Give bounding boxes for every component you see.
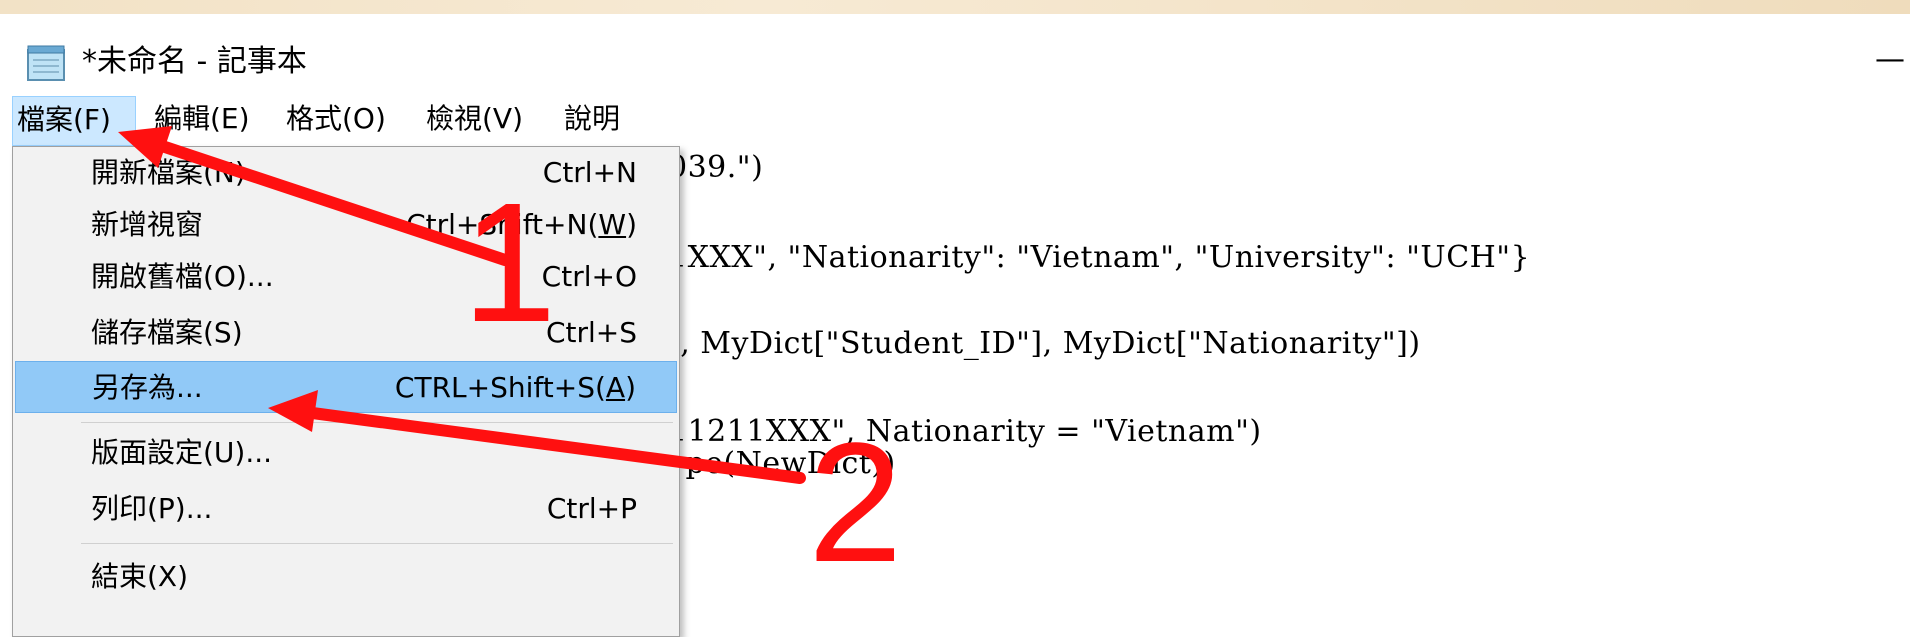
menu-item-label: 列印(P)...: [91, 492, 213, 525]
shortcut-text: CTRL+Shift+S(: [394, 371, 606, 404]
shortcut-accelerator: W: [598, 208, 627, 241]
shortcut-accelerator: A: [605, 371, 626, 404]
editor-line: 039."): [668, 150, 764, 185]
menu-item-label: 開啟舊檔(O)...: [91, 260, 274, 293]
menu-view[interactable]: 檢視(V): [422, 96, 527, 146]
menu-item-shortcut: CTRL+Shift+S(A): [395, 362, 636, 414]
menu-file[interactable]: 檔案(F): [12, 96, 136, 146]
menu-item-new-window[interactable]: 新增視窗 Ctrl+Shift+N(W): [13, 199, 679, 251]
menu-item-label: 另存為...: [92, 371, 203, 404]
editor-line: 11211XXX", Nationarity = "Vietnam"): [668, 414, 1262, 449]
minimize-button[interactable]: —: [1870, 40, 1910, 80]
menu-item-page-setup[interactable]: 版面設定(U)...: [13, 427, 679, 479]
menu-bar: 檔案(F) 編輯(E) 格式(O) 檢視(V) 說明: [0, 96, 1910, 146]
slide-top-band: [0, 0, 1910, 14]
shortcut-text: ): [625, 371, 636, 404]
menu-item-save[interactable]: 儲存檔案(S) Ctrl+S: [13, 307, 679, 359]
menu-item-label: 版面設定(U)...: [91, 436, 273, 469]
menu-separator: [81, 543, 673, 544]
notepad-icon: [27, 45, 65, 81]
menu-item-exit[interactable]: 結束(X): [13, 551, 679, 603]
annotation-step-2: 2: [808, 408, 903, 598]
menu-item-shortcut: Ctrl+S: [545, 316, 637, 349]
menu-format[interactable]: 格式(O): [282, 96, 390, 146]
menu-item-label: 新增視窗: [91, 208, 204, 241]
menu-item-save-as[interactable]: 另存為... CTRL+Shift+S(A): [15, 361, 677, 413]
menu-item-print[interactable]: 列印(P)... Ctrl+P: [13, 483, 679, 535]
menu-item-label: 開新檔案(N): [91, 156, 246, 189]
menu-item-label: 結束(X): [91, 560, 189, 593]
window-title: *未命名 - 記事本: [82, 44, 307, 79]
editor-line: ), MyDict["Student_ID"], MyDict["Nationa…: [668, 326, 1421, 361]
menu-item-open[interactable]: 開啟舊檔(O)... Ctrl+O: [13, 251, 679, 303]
title-bar: *未命名 - 記事本 —: [0, 14, 1910, 96]
menu-help[interactable]: 說明: [560, 96, 624, 146]
menu-separator: [81, 422, 673, 423]
menu-item-shortcut: Ctrl+N: [542, 156, 637, 189]
menu-item-new[interactable]: 開新檔案(N) Ctrl+N: [13, 147, 679, 199]
annotation-step-1: 1: [462, 168, 557, 358]
menu-item-label: 儲存檔案(S): [91, 316, 243, 349]
file-menu-dropdown: 開新檔案(N) Ctrl+N 新增視窗 Ctrl+Shift+N(W) 開啟舊檔…: [12, 146, 680, 637]
editor-line: 1XXX", "Nationarity": "Vietnam", "Univer…: [668, 240, 1531, 275]
shortcut-text: ): [626, 208, 637, 241]
menu-item-shortcut: Ctrl+P: [546, 492, 637, 525]
menu-edit[interactable]: 編輯(E): [150, 96, 254, 146]
